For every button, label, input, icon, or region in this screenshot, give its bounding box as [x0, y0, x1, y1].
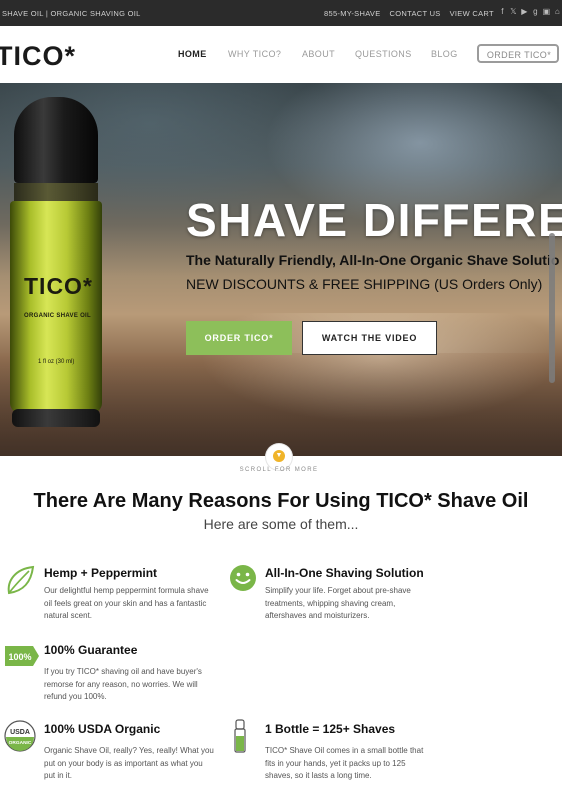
instagram-icon[interactable]: ▣ [542, 6, 551, 17]
product-bottle-image: TICO* ORGANIC SHAVE OIL 1 fl oz (30 ml) [10, 97, 102, 427]
contact-us-link[interactable]: CONTACT US [390, 9, 441, 18]
youtube-icon[interactable]: ▶ [520, 6, 529, 17]
site-tagline: SHAVE OIL | ORGANIC SHAVING OIL [2, 9, 141, 18]
usda-organic-seal-icon: USDA ORGANIC [4, 720, 36, 752]
reasons-title: There Are Many Reasons For Using TICO* S… [33, 490, 529, 512]
svg-text:USDA: USDA [10, 729, 30, 736]
nav-blog[interactable]: BLOG [431, 49, 458, 59]
hero-promo-text: NEW DISCOUNTS & FREE SHIPPING (US Orders… [186, 276, 543, 292]
feature-text: TICO* Shave Oil comes in a small bottle … [265, 746, 424, 780]
order-tico-nav-button[interactable]: ORDER TICO* [477, 44, 559, 63]
nav-questions[interactable]: QUESTIONS [355, 49, 412, 59]
google-plus-icon[interactable]: g [531, 6, 540, 17]
feature-text: Simplify your life. Forget about pre-sha… [265, 586, 411, 620]
reasons-subtitle: Here are some of them... [203, 516, 359, 532]
social-icons: f 𝕏 ▶ g ▣ ⌂ [498, 6, 562, 17]
view-cart-link[interactable]: VIEW CART [450, 9, 494, 18]
home-icon[interactable]: ⌂ [553, 6, 562, 17]
facebook-icon[interactable]: f [498, 6, 507, 17]
leaf-icon [7, 565, 35, 595]
scrollbar[interactable] [549, 233, 555, 383]
twitter-icon[interactable]: 𝕏 [509, 6, 518, 17]
top-bar: SHAVE OIL | ORGANIC SHAVING OIL 855-MY-S… [0, 0, 562, 26]
feature-text: Our delightful hemp peppermint formula s… [44, 586, 209, 620]
top-links: 855-MY-SHAVE CONTACT US VIEW CART [324, 9, 494, 18]
main-header: TICO* HOME WHY TICO? ABOUT QUESTIONS BLO… [0, 26, 562, 84]
hero-order-button[interactable]: ORDER TICO* [186, 321, 292, 355]
bottle-volume-label: 1 fl oz (30 ml) [38, 359, 75, 365]
feature-title: Hemp + Peppermint [44, 566, 158, 580]
bottle-brand-label: TICO* [24, 273, 93, 299]
bottle-sub-label: ORGANIC SHAVE OIL [24, 313, 91, 319]
bottle-icon [234, 719, 246, 753]
hero-headline: SHAVE DIFFERE [186, 194, 562, 246]
feature-title: 100% Guarantee [44, 643, 138, 657]
feature-text: Organic Shave Oil, really? Yes, really! … [44, 746, 214, 780]
smiley-icon [230, 565, 256, 591]
svg-text:100%: 100% [8, 652, 31, 662]
hero-subheadline: The Naturally Friendly, All-In-One Organ… [186, 252, 560, 268]
feature-title: All-In-One Shaving Solution [265, 566, 424, 580]
feature-title: 100% USDA Organic [44, 722, 161, 736]
phone-link[interactable]: 855-MY-SHAVE [324, 9, 381, 18]
hero-banner: TICO* ORGANIC SHAVE OIL 1 fl oz (30 ml) … [0, 83, 562, 456]
site-logo[interactable]: TICO* [0, 41, 76, 72]
feature-text: If you try TICO* shaving oil and have bu… [44, 667, 202, 701]
nav-about[interactable]: ABOUT [302, 49, 335, 59]
svg-text:ORGANIC: ORGANIC [9, 740, 32, 746]
feature-title: 1 Bottle = 125+ Shaves [265, 722, 396, 736]
guarantee-tag-icon: 100% [5, 646, 39, 666]
watch-video-button[interactable]: WATCH THE VIDEO [302, 321, 437, 355]
nav-why-tico[interactable]: WHY TICO? [228, 49, 281, 59]
nav-home[interactable]: HOME [178, 49, 207, 59]
scroll-more-label: SCROLL FOR MORE [239, 467, 319, 473]
chevron-down-icon: ▼ [273, 450, 285, 462]
